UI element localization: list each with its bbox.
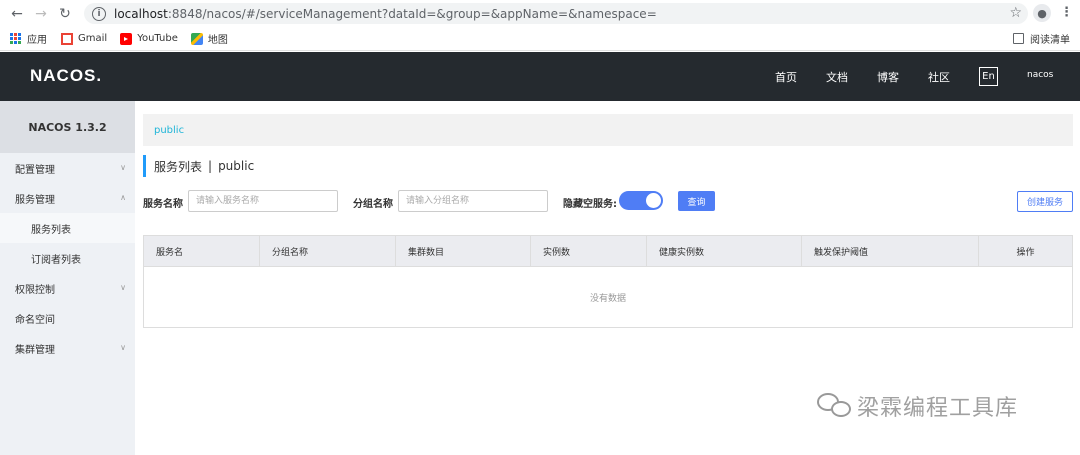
bookmark-gmail[interactable]: Gmail (61, 32, 108, 45)
reading-list-icon (1013, 33, 1024, 44)
sidebar-item-service-list[interactable]: 服务列表 (0, 213, 135, 243)
back-arrow-icon[interactable]: ← (6, 3, 28, 25)
sidebar-item-subscriber-list[interactable]: 订阅者列表 (0, 243, 135, 273)
bookmarks-bar: 应用 Gmail YouTube 地图 阅读清单 (0, 27, 1080, 51)
url-text[interactable]: localhost:8848/nacos/#/serviceManagement… (114, 7, 657, 21)
nav-docs[interactable]: 文档 (826, 52, 848, 101)
sidebar-item-label: 集群管理 (15, 344, 55, 356)
bookmark-label: 应用 (27, 35, 47, 46)
column-header-protect-threshold[interactable]: 触发保护阈值 (802, 236, 979, 267)
chevron-down-icon: ∨ (120, 343, 126, 352)
reload-icon[interactable]: ↻ (54, 3, 76, 25)
watermark: 梁霖编程工具库 (817, 390, 1018, 422)
sidebar-item-service-management[interactable]: 服务管理 ∧ (0, 183, 135, 213)
reading-list-label: 阅读清单 (1030, 35, 1070, 46)
column-header-instance-count[interactable]: 实例数 (531, 236, 647, 267)
namespace-breadcrumb: public (143, 114, 1073, 146)
sidebar-item-label: 配置管理 (15, 164, 55, 176)
bookmark-youtube[interactable]: YouTube (120, 32, 178, 45)
page-title-namespace: public (218, 159, 255, 173)
info-icon[interactable]: i (92, 6, 106, 21)
gmail-icon (61, 32, 73, 45)
nav-community[interactable]: 社区 (928, 52, 950, 101)
sidebar-item-label: 订阅者列表 (31, 254, 81, 266)
wechat-icon (817, 393, 851, 419)
sidebar-item-label: 权限控制 (15, 284, 55, 296)
chevron-down-icon: ∨ (120, 283, 126, 292)
bookmark-label: Gmail (78, 33, 108, 44)
sidebar-title: NACOS 1.3.2 (0, 101, 135, 153)
maps-icon (190, 32, 203, 45)
language-toggle-button[interactable]: En (979, 67, 998, 86)
toggle-knob (646, 193, 661, 208)
column-header-healthy-instances[interactable]: 健康实例数 (647, 236, 802, 267)
group-name-input[interactable] (398, 190, 548, 212)
column-header-group-name[interactable]: 分组名称 (260, 236, 396, 267)
browser-menu-icon[interactable]: ⋮ (1060, 5, 1073, 20)
service-name-input[interactable] (188, 190, 338, 212)
page-title: 服务列表 | public (143, 155, 254, 177)
column-header-cluster-count[interactable]: 集群数目 (396, 236, 531, 267)
sidebar-item-cluster-management[interactable]: 集群管理 ∨ (0, 333, 135, 363)
bookmark-maps[interactable]: 地图 (190, 31, 228, 46)
chevron-up-icon: ∧ (120, 193, 126, 202)
chevron-down-icon: ∨ (120, 163, 126, 172)
sidebar-item-config-management[interactable]: 配置管理 ∨ (0, 153, 135, 183)
address-bar[interactable]: i localhost:8848/nacos/#/serviceManageme… (84, 3, 1028, 24)
nav-blog[interactable]: 博客 (877, 52, 899, 101)
sidebar-item-label: 命名空间 (15, 314, 55, 326)
reading-list-button[interactable]: 阅读清单 (1013, 31, 1070, 46)
sidebar-item-namespace[interactable]: 命名空间 (0, 303, 135, 333)
watermark-text: 梁霖编程工具库 (857, 396, 1019, 421)
bookmark-label: 地图 (207, 35, 228, 46)
forward-arrow-icon[interactable]: → (30, 3, 52, 25)
namespace-public-link[interactable]: public (154, 125, 184, 136)
youtube-icon (120, 32, 133, 45)
page-title-separator: | (208, 159, 213, 173)
column-header-actions: 操作 (1016, 248, 1035, 258)
user-name[interactable]: nacos (1027, 70, 1053, 80)
service-name-label: 服务名称 (143, 199, 183, 210)
hide-empty-services-toggle[interactable] (619, 191, 663, 210)
service-table: 服务名 分组名称 集群数目 实例数 健康实例数 触发保护阈值 操作 没有数据 (143, 235, 1073, 328)
profile-avatar-icon[interactable]: ● (1033, 4, 1051, 22)
table-header: 服务名 分组名称 集群数目 实例数 健康实例数 触发保护阈值 操作 (144, 236, 1072, 267)
create-service-button[interactable]: 创建服务 (1017, 191, 1073, 212)
bookmark-star-icon[interactable]: ☆ (1009, 5, 1022, 21)
sidebar: NACOS 1.3.2 配置管理 ∨ 服务管理 ∧ 服务列表 订阅者列表 权限控… (0, 101, 135, 455)
query-button[interactable]: 查询 (678, 191, 715, 211)
hide-empty-services-label: 隐藏空服务: (563, 199, 617, 210)
bookmark-apps[interactable]: 应用 (10, 31, 47, 46)
sidebar-item-label: 服务管理 (15, 194, 55, 206)
nav-home[interactable]: 首页 (775, 52, 797, 101)
apps-grid-icon (10, 32, 22, 45)
column-header-service-name[interactable]: 服务名 (144, 236, 260, 267)
sidebar-item-label: 服务列表 (31, 224, 71, 236)
app-header: NACOS. 首页 文档 博客 社区 (0, 52, 1080, 101)
bookmark-label: YouTube (137, 33, 178, 44)
page-title-text: 服务列表 (154, 159, 203, 174)
table-empty-message: 没有数据 (589, 293, 626, 304)
group-name-label: 分组名称 (353, 199, 393, 210)
nacos-logo[interactable]: NACOS. (30, 66, 102, 86)
browser-toolbar: ← → ↻ i localhost:8848/nacos/#/serviceMa… (0, 0, 1080, 27)
sidebar-item-access-control[interactable]: 权限控制 ∨ (0, 273, 135, 303)
